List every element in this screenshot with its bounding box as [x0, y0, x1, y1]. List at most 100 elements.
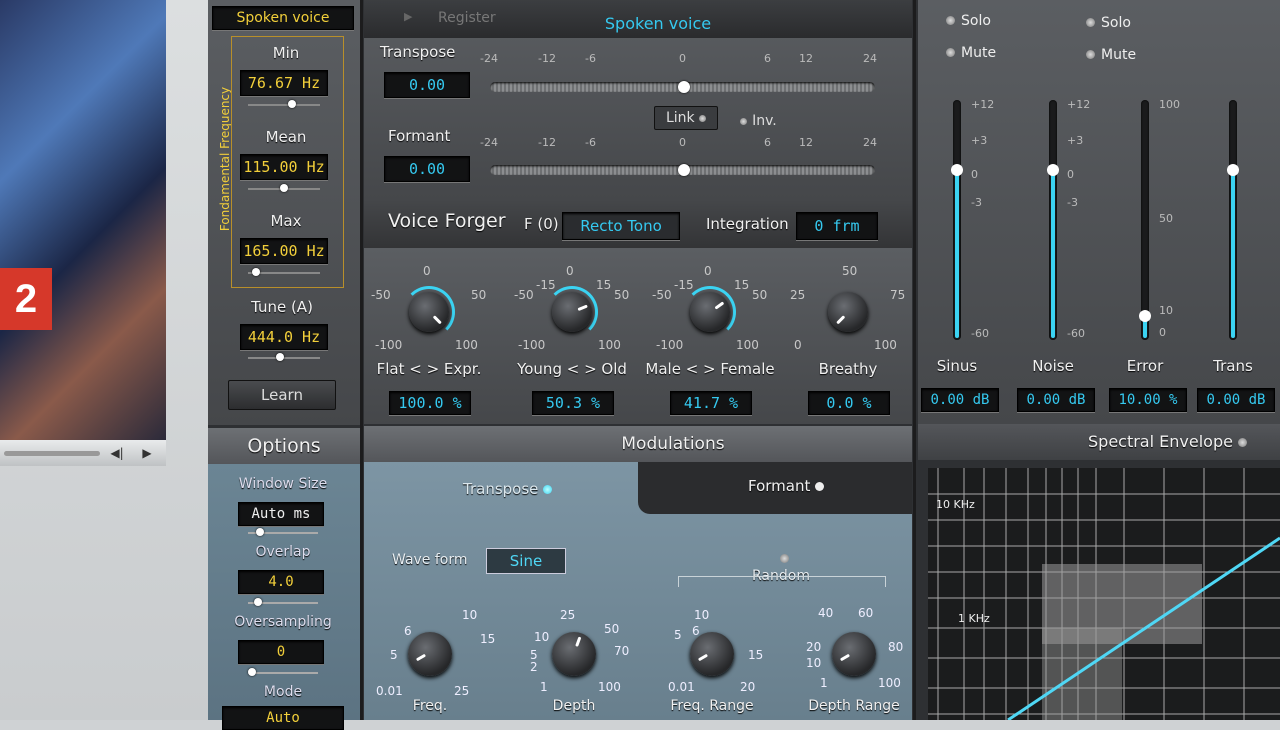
max-label: Max [270, 212, 302, 230]
random-led[interactable] [780, 548, 789, 567]
play-icon[interactable]: ▶ [138, 444, 156, 462]
preset-title[interactable]: Spoken voice [538, 14, 778, 33]
preset-selector[interactable]: Spoken voice [212, 6, 354, 30]
mode-value[interactable]: Auto [222, 706, 344, 730]
voice-knob[interactable] [690, 292, 730, 332]
channel-value[interactable]: 0.00 dB [1017, 388, 1095, 412]
knob-indicator [713, 301, 724, 310]
knob-mark: 40 [818, 606, 834, 620]
knob-mark: 0 [704, 264, 712, 278]
integration-value[interactable]: 0 frm [796, 212, 878, 240]
plugin-window: Spoken voice Fondamental Frequency Min 7… [208, 0, 1280, 730]
transpose-value[interactable]: 0.00 [384, 72, 470, 98]
overlap-value[interactable]: 4.0 [238, 570, 324, 594]
channel-value[interactable]: 0.00 dB [1197, 388, 1275, 412]
link-button[interactable]: Link [654, 106, 718, 130]
register-arrow-icon[interactable]: ▶ [404, 10, 412, 23]
mean-slider[interactable] [248, 184, 320, 192]
mod-knob-label: Freq. [412, 698, 448, 714]
mod-knob-label: Depth Range [808, 698, 900, 714]
knob-mark: 25 [560, 608, 576, 622]
tune-slider[interactable] [248, 353, 320, 361]
min-value[interactable]: 76.67 Hz [240, 70, 328, 96]
solo-label: Solo [961, 13, 991, 29]
formant-label: Formant [388, 127, 451, 145]
knob-mark: -100 [518, 338, 546, 352]
window-size-value[interactable]: Auto ms [238, 502, 324, 526]
mod-knob-label: Freq. Range [670, 698, 754, 714]
mod-knob[interactable] [690, 632, 734, 676]
video-preview: 2 [0, 0, 166, 440]
spectral-envelope-graph[interactable]: 10 KHz 1 KHz [928, 468, 1280, 720]
fader-tick: 100 [1159, 98, 1180, 111]
register-label[interactable]: Register [438, 10, 496, 26]
waveform-select[interactable]: Sine [486, 548, 566, 574]
mod-knob[interactable] [552, 632, 596, 676]
fader-thumb[interactable] [1047, 164, 1059, 177]
knob-mark: 70 [614, 644, 630, 658]
window-size-slider[interactable] [248, 528, 318, 536]
channel-fader[interactable] [1227, 100, 1239, 340]
knob-mark: 25 [790, 288, 806, 302]
learn-button[interactable]: Learn [228, 380, 336, 410]
spectral-title[interactable]: Spectral Envelope [1088, 432, 1248, 451]
max-value[interactable]: 165.00 Hz [240, 238, 328, 264]
fader-thumb[interactable] [1227, 164, 1239, 177]
mod-knob[interactable] [408, 632, 452, 676]
knob-value[interactable]: 0.0 % [808, 391, 890, 415]
transpose-slider[interactable] [490, 81, 875, 93]
transpose-tab[interactable]: Transpose [463, 480, 553, 498]
knob-value[interactable]: 100.0 % [389, 391, 471, 415]
knob-mark: 60 [858, 606, 874, 620]
rewind-icon[interactable]: ◀| [108, 444, 126, 462]
solo-toggle[interactable]: Solo [946, 10, 991, 29]
knob-mark: 50 [752, 288, 768, 302]
channel-fader[interactable] [951, 100, 963, 340]
f0-mode-select[interactable]: Recto Tono [562, 212, 680, 240]
channel-label: Error [1126, 357, 1164, 375]
knob-mark: 15 [748, 648, 764, 662]
solo-toggle[interactable]: Solo [1086, 12, 1131, 31]
voice-knob[interactable] [828, 292, 868, 332]
mute-toggle[interactable]: Mute [946, 42, 996, 61]
knob-mark: 50 [614, 288, 630, 302]
formant-value[interactable]: 0.00 [384, 156, 470, 182]
video-scrubber[interactable] [4, 451, 100, 456]
knob-mark: -15 [536, 278, 556, 292]
fader-tick: +3 [1067, 134, 1084, 147]
knob-value[interactable]: 50.3 % [532, 391, 614, 415]
tune-value[interactable]: 444.0 Hz [240, 324, 328, 350]
tune-label: Tune (A) [251, 298, 313, 316]
mute-label: Mute [961, 45, 997, 61]
knob-value[interactable]: 41.7 % [670, 391, 752, 415]
mod-knob[interactable] [832, 632, 876, 676]
voice-knob[interactable] [409, 292, 449, 332]
knob-mark: -50 [371, 288, 391, 302]
inv-toggle[interactable]: Inv. [740, 110, 777, 129]
fader-tick: -60 [971, 327, 989, 340]
mute-toggle[interactable]: Mute [1086, 44, 1136, 63]
fader-thumb[interactable] [951, 164, 963, 177]
knob-mark: 10 [462, 608, 478, 622]
knob-indicator [415, 653, 426, 662]
formant-scale: -24 -12 -6 0 6 12 24 [480, 136, 877, 149]
channel-value[interactable]: 10.00 % [1109, 388, 1187, 412]
knob-mark: 1 [540, 680, 548, 694]
channel-value[interactable]: 0.00 dB [921, 388, 999, 412]
oversampling-value[interactable]: 0 [238, 640, 324, 664]
knob-mark: 6 [404, 624, 412, 638]
fader-tick: -3 [971, 196, 982, 209]
oversampling-slider[interactable] [248, 668, 318, 676]
video-controls: ◀| ▶ [0, 440, 166, 466]
max-slider[interactable] [248, 268, 320, 276]
overlap-slider[interactable] [248, 598, 318, 606]
min-slider[interactable] [248, 100, 320, 108]
channel-label: Sinus [936, 357, 978, 375]
waveform-label: Wave form [392, 552, 468, 568]
mean-value[interactable]: 115.00 Hz [240, 154, 328, 180]
channel-fader[interactable] [1139, 100, 1151, 340]
formant-slider[interactable] [490, 164, 875, 176]
knob-mark: 0 [423, 264, 431, 278]
voice-knob[interactable] [552, 292, 592, 332]
channel-fader[interactable] [1047, 100, 1059, 340]
